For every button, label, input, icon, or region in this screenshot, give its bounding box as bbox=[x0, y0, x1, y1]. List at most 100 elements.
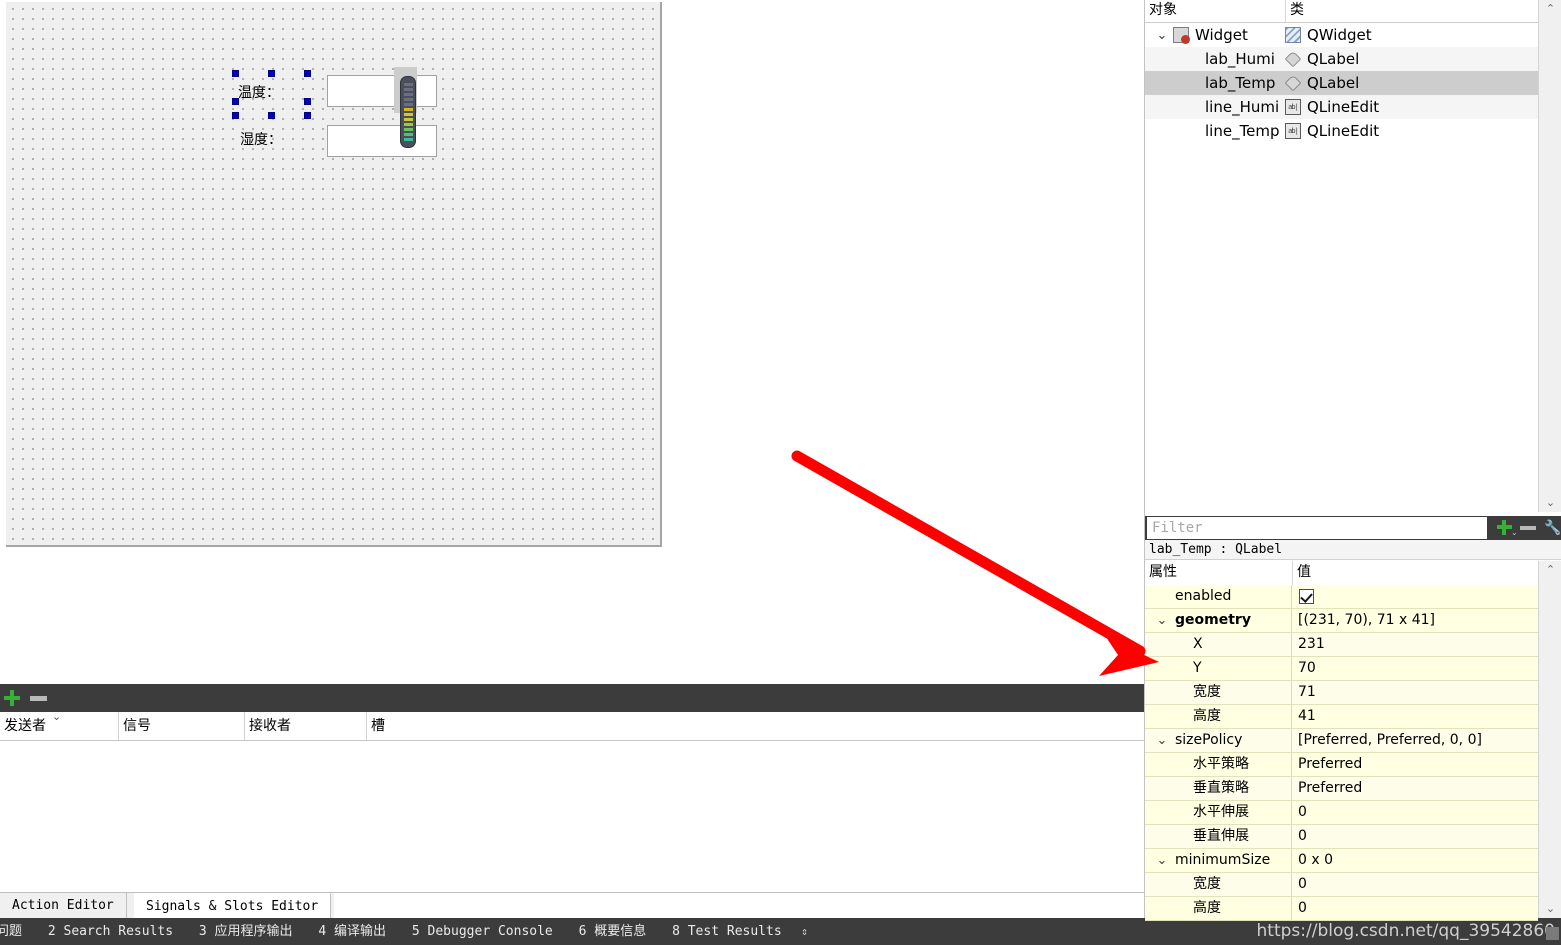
property-key: minimumSize bbox=[1145, 849, 1292, 872]
chevron-down-icon[interactable]: ⌄ bbox=[1155, 28, 1169, 42]
chevron-down-icon[interactable]: ⌄ bbox=[1511, 529, 1518, 537]
property-row-vertical-policy[interactable]: 垂直策略 Preferred bbox=[1145, 777, 1538, 801]
signals-slots-table-header: 发送者 信号 接收者 槽 bbox=[0, 712, 1144, 741]
remove-connection-icon[interactable] bbox=[30, 696, 47, 701]
property-value[interactable]: Preferred bbox=[1292, 753, 1538, 776]
selection-handle-bottom-right[interactable] bbox=[304, 112, 311, 119]
selection-handle-bottom-center[interactable] bbox=[268, 112, 275, 119]
filter-input[interactable]: Filter bbox=[1147, 517, 1487, 539]
qlabel-icon bbox=[1284, 74, 1302, 92]
plus-icon[interactable] bbox=[1497, 520, 1512, 535]
property-row-width[interactable]: 宽度 71 bbox=[1145, 681, 1538, 705]
property-row-min-width[interactable]: 宽度 0 bbox=[1145, 873, 1538, 897]
object-tree-name: Widget bbox=[1195, 26, 1248, 44]
property-value[interactable]: 0 bbox=[1292, 801, 1538, 824]
chevron-down-icon[interactable]: ⌄ bbox=[1539, 494, 1561, 512]
status-item-compile-output[interactable]: 4 编译输出 bbox=[309, 918, 395, 945]
property-value[interactable]: [Preferred, Preferred, 0, 0] bbox=[1292, 729, 1538, 752]
property-row-horizontal-policy[interactable]: 水平策略 Preferred bbox=[1145, 753, 1538, 777]
tab-signals-slots-editor[interactable]: Signals & Slots Editor bbox=[134, 893, 332, 919]
property-row-min-height[interactable]: 高度 0 bbox=[1145, 897, 1538, 921]
property-key: geometry bbox=[1145, 609, 1292, 632]
property-editor-panel: Filter ⌄ 🔧 ⌄ lab_Temp : QLabel 属性 值 enab… bbox=[1144, 512, 1561, 921]
selection-handle-bottom-left[interactable] bbox=[232, 112, 239, 119]
property-key: 高度 bbox=[1145, 705, 1292, 728]
up-down-arrows-icon[interactable]: ⇕ bbox=[798, 918, 810, 945]
property-value[interactable]: [(231, 70), 71 x 41] bbox=[1292, 609, 1538, 632]
column-header-slot[interactable]: 槽 bbox=[366, 712, 1144, 740]
status-item-issues[interactable]: 问题 bbox=[0, 918, 31, 945]
property-row-horizontal-stretch[interactable]: 水平伸展 0 bbox=[1145, 801, 1538, 825]
column-header-value[interactable]: 值 bbox=[1292, 561, 1538, 585]
object-tree-class: QWidget bbox=[1307, 26, 1372, 44]
form-design-canvas[interactable]: 温度： 湿度： bbox=[6, 2, 662, 547]
selection-handle-top-right[interactable] bbox=[304, 70, 311, 77]
property-table-header: 属性 值 bbox=[1145, 561, 1538, 586]
column-header-property[interactable]: 属性 bbox=[1145, 561, 1292, 585]
scrollbar-thumb[interactable] bbox=[400, 76, 416, 148]
column-header-class[interactable]: 类 bbox=[1285, 0, 1538, 22]
status-item-test-results[interactable]: 8 Test Results bbox=[663, 918, 791, 945]
form-label-temp[interactable]: 温度： bbox=[238, 82, 280, 102]
object-tree-row-line-temp[interactable]: line_Temp ab| QLineEdit bbox=[1145, 119, 1538, 143]
property-value[interactable]: 70 bbox=[1292, 657, 1538, 680]
tab-action-editor[interactable]: Action Editor bbox=[0, 893, 127, 919]
property-row-enabled[interactable]: enabled bbox=[1145, 585, 1538, 609]
qlineedit-icon: ab| bbox=[1285, 99, 1301, 115]
object-tree-class: QLabel bbox=[1307, 74, 1360, 92]
property-value[interactable]: 231 bbox=[1292, 633, 1538, 656]
minus-icon[interactable] bbox=[1520, 526, 1536, 530]
chevron-down-icon[interactable]: ⌄ bbox=[1539, 900, 1561, 918]
property-value[interactable]: 41 bbox=[1292, 705, 1538, 728]
status-item-application-output[interactable]: 3 应用程序输出 bbox=[190, 918, 302, 945]
property-row-geometry[interactable]: ⌄ geometry [(231, 70), 71 x 41] bbox=[1145, 609, 1538, 633]
property-key: sizePolicy bbox=[1145, 729, 1292, 752]
selection-handle-top-center[interactable] bbox=[268, 70, 275, 77]
property-row-x[interactable]: X 231 bbox=[1145, 633, 1538, 657]
property-key: 宽度 bbox=[1145, 873, 1292, 896]
object-tree-class: QLabel bbox=[1307, 50, 1360, 68]
property-row-height[interactable]: 高度 41 bbox=[1145, 705, 1538, 729]
form-label-humi[interactable]: 湿度： bbox=[240, 129, 282, 149]
property-row-vertical-stretch[interactable]: 垂直伸展 0 bbox=[1145, 825, 1538, 849]
add-connection-icon[interactable] bbox=[4, 690, 20, 706]
property-key: 宽度 bbox=[1145, 681, 1292, 704]
column-header-receiver[interactable]: 接收者 bbox=[244, 712, 366, 740]
object-tree-class-cell: QLabel bbox=[1284, 71, 1538, 95]
selection-handle-top-left[interactable] bbox=[232, 70, 239, 77]
property-filter-toolbar: Filter ⌄ 🔧 ⌄ bbox=[1145, 516, 1561, 540]
chevron-up-icon[interactable]: ⌃ bbox=[1539, 0, 1561, 18]
property-editor-scrollbar[interactable]: ⌃ ⌄ bbox=[1538, 561, 1561, 918]
chevron-down-icon: ⌄ bbox=[52, 711, 62, 723]
property-key: 高度 bbox=[1145, 897, 1292, 920]
enabled-checkbox[interactable] bbox=[1299, 589, 1314, 604]
property-value[interactable]: 0 bbox=[1292, 825, 1538, 848]
property-value[interactable]: 0 bbox=[1292, 897, 1538, 920]
object-tree-class: QLineEdit bbox=[1307, 98, 1380, 116]
property-value[interactable]: 0 x 0 bbox=[1292, 849, 1538, 872]
property-value[interactable]: 71 bbox=[1292, 681, 1538, 704]
selection-handle-middle-left[interactable] bbox=[232, 98, 239, 105]
property-value[interactable]: 0 bbox=[1292, 873, 1538, 896]
status-item-summary-info[interactable]: 6 概要信息 bbox=[570, 918, 656, 945]
object-tree-row-line-humi[interactable]: line_Humi ab| QLineEdit bbox=[1145, 95, 1538, 119]
column-header-signal[interactable]: 信号 bbox=[118, 712, 244, 740]
object-inspector-scrollbar[interactable]: ⌃ ⌄ bbox=[1538, 0, 1561, 512]
chevron-up-icon[interactable]: ⌃ bbox=[1539, 561, 1561, 579]
column-header-object[interactable]: 对象 bbox=[1145, 0, 1285, 22]
property-key: enabled bbox=[1145, 585, 1292, 608]
object-tree-row-lab-temp[interactable]: lab_Temp QLabel bbox=[1145, 71, 1538, 95]
object-tree-row-widget[interactable]: ⌄ Widget QWidget bbox=[1145, 23, 1538, 47]
selection-handle-middle-right[interactable] bbox=[304, 98, 311, 105]
property-row-y[interactable]: Y 70 bbox=[1145, 657, 1538, 681]
object-tree-name: line_Temp bbox=[1205, 122, 1280, 140]
object-tree-row-lab-humi[interactable]: lab_Humi QLabel bbox=[1145, 47, 1538, 71]
form-lineedit-temp[interactable] bbox=[327, 75, 437, 107]
form-lineedit-humi[interactable] bbox=[327, 125, 437, 157]
property-row-minimumsize[interactable]: ⌄ minimumSize 0 x 0 bbox=[1145, 849, 1538, 873]
property-value[interactable]: Preferred bbox=[1292, 777, 1538, 800]
chevron-down-icon[interactable]: ⌄ bbox=[1554, 529, 1561, 537]
property-row-sizepolicy[interactable]: ⌄ sizePolicy [Preferred, Preferred, 0, 0… bbox=[1145, 729, 1538, 753]
status-item-debugger-console[interactable]: 5 Debugger Console bbox=[403, 918, 562, 945]
status-item-search-results[interactable]: 2 Search Results bbox=[39, 918, 182, 945]
